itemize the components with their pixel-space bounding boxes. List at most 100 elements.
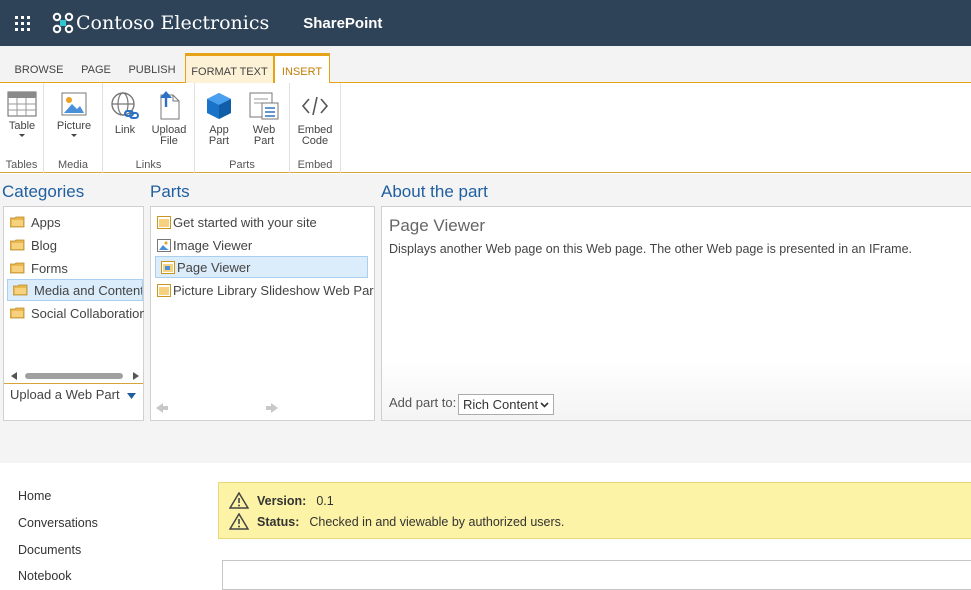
category-item-forms[interactable]: Forms xyxy=(5,257,142,279)
part-item-page-viewer[interactable]: Page Viewer xyxy=(155,256,368,278)
link-globe-icon xyxy=(111,92,139,119)
ribbon-tab-strip: BROWSE PAGE PUBLISH FORMAT TEXT INSERT xyxy=(0,46,971,84)
parts-panel: Get started with your site Image Viewer … xyxy=(150,206,375,421)
page-content-editor[interactable] xyxy=(222,560,971,590)
link-button[interactable]: Link xyxy=(108,91,142,136)
part-label: Image Viewer xyxy=(173,237,253,253)
status-value: Checked in and viewable by authorized us… xyxy=(309,514,565,529)
parts-title: Parts xyxy=(150,182,190,201)
category-item-media-and-content[interactable]: Media and Content xyxy=(7,279,143,301)
nav-link-home[interactable]: Home xyxy=(18,489,51,503)
status-label: Status: xyxy=(257,514,300,529)
tab-page[interactable]: PAGE xyxy=(74,54,118,83)
waffle-icon xyxy=(14,15,30,31)
categories-title: Categories xyxy=(2,182,85,201)
image-viewer-icon xyxy=(157,238,171,252)
part-item-picture-library-slideshow[interactable]: Picture Library Slideshow Web Par xyxy=(152,279,374,301)
group-label-embed: Embed xyxy=(297,159,333,171)
folder-icon xyxy=(10,262,25,274)
web-part-icon xyxy=(249,92,279,120)
group-label-parts: Parts xyxy=(229,159,255,171)
brand[interactable]: Contoso Electronics xyxy=(52,12,269,34)
folder-icon xyxy=(10,216,25,228)
embed-code-button[interactable]: Embed Code xyxy=(295,91,335,147)
part-description: Displays another Web page on this Web pa… xyxy=(389,242,912,256)
version-label: Version: xyxy=(257,493,307,508)
web-part-label-2: Part xyxy=(253,135,275,147)
warning-icon xyxy=(229,492,249,509)
add-part-to-select[interactable]: Rich Content xyxy=(458,394,554,415)
group-tables: Table Tables xyxy=(0,83,44,173)
tab-browse[interactable]: BROWSE xyxy=(10,54,68,83)
folder-icon xyxy=(13,284,28,296)
suite-bar: Contoso Electronics SharePoint xyxy=(0,0,971,46)
web-part-button[interactable]: Web Part xyxy=(245,91,283,147)
link-button-label: Link xyxy=(114,124,136,136)
about-title: About the part xyxy=(381,182,488,201)
upload-button-label-2: File xyxy=(160,135,178,147)
chevron-down-icon xyxy=(540,402,549,408)
embed-code-label-2: Code xyxy=(301,135,329,147)
chevron-down-icon xyxy=(19,134,25,137)
group-label-tables: Tables xyxy=(5,159,38,171)
category-label: Apps xyxy=(31,214,61,230)
categories-panel: Apps Blog Forms Media and Content Social… xyxy=(3,206,144,421)
warning-icon xyxy=(229,513,249,530)
upload-web-part-label: Upload a Web Part xyxy=(10,387,120,402)
version-value: 0.1 xyxy=(316,493,334,508)
app-part-label-2: Part xyxy=(208,135,230,147)
previous-page-arrow-icon[interactable] xyxy=(156,403,168,413)
embed-code-icon xyxy=(301,96,329,116)
web-part-icon xyxy=(157,215,171,229)
group-links: Link Upload File Links xyxy=(103,83,195,173)
add-part-to-value: Rich Content xyxy=(463,397,539,412)
group-label-media: Media xyxy=(58,159,88,171)
picture-button-label: Picture xyxy=(56,120,92,132)
category-item-apps[interactable]: Apps xyxy=(5,211,142,233)
part-item-image-viewer[interactable]: Image Viewer xyxy=(152,234,374,256)
table-icon xyxy=(7,91,37,117)
chevron-down-icon xyxy=(127,393,137,399)
upload-file-button[interactable]: Upload File xyxy=(149,91,189,147)
next-page-arrow-icon[interactable] xyxy=(266,403,278,413)
table-button[interactable]: Table xyxy=(4,91,40,137)
part-item-get-started[interactable]: Get started with your site xyxy=(152,211,374,233)
nav-link-conversations[interactable]: Conversations xyxy=(18,516,98,530)
group-parts: App Part Web Part Parts xyxy=(195,83,290,173)
category-label: Blog xyxy=(31,237,58,253)
part-label: Page Viewer xyxy=(177,259,251,275)
part-label: Get started with your site xyxy=(173,214,317,230)
upload-web-part-link[interactable]: Upload a Web Part xyxy=(10,387,137,402)
web-part-adder: Categories Apps Blog Forms Media and Con… xyxy=(0,174,971,463)
app-part-button[interactable]: App Part xyxy=(201,91,237,147)
group-label-links: Links xyxy=(135,159,162,171)
nav-link-documents[interactable]: Documents xyxy=(18,543,81,557)
part-label: Picture Library Slideshow Web Par xyxy=(173,282,374,298)
folder-icon xyxy=(10,307,25,319)
add-part-to-label: Add part to: xyxy=(389,395,457,410)
page-status-bar: Version: 0.1 Status: Checked in and view… xyxy=(218,482,971,539)
chevron-down-icon xyxy=(71,134,77,137)
web-part-icon xyxy=(157,283,171,297)
org-name: Contoso Electronics xyxy=(76,12,270,34)
page-viewer-icon xyxy=(161,260,175,274)
folder-icon xyxy=(10,239,25,251)
category-label: Social Collaboration xyxy=(31,305,144,321)
app-launcher-button[interactable] xyxy=(0,0,44,46)
category-item-blog[interactable]: Blog xyxy=(5,234,142,256)
table-button-label: Table xyxy=(8,120,36,132)
category-label: Media and Content xyxy=(34,282,143,298)
status-row: Status: Checked in and viewable by autho… xyxy=(229,513,564,530)
suite-app-name[interactable]: SharePoint xyxy=(303,15,382,32)
group-media: Picture Media xyxy=(44,83,103,173)
category-label: Forms xyxy=(31,260,68,276)
category-item-social-collaboration[interactable]: Social Collaboration xyxy=(5,302,144,324)
picture-button[interactable]: Picture xyxy=(54,91,94,137)
about-panel: Page Viewer Displays another Web page on… xyxy=(381,206,971,421)
group-embed: Embed Code Embed xyxy=(290,83,341,173)
tab-publish[interactable]: PUBLISH xyxy=(124,54,180,83)
tab-format-text[interactable]: FORMAT TEXT xyxy=(185,53,274,83)
tab-insert[interactable]: INSERT xyxy=(274,53,330,84)
ribbon: Table Tables Picture Media Link Upload F… xyxy=(0,83,971,173)
categories-horizontal-scrollbar[interactable] xyxy=(11,371,139,381)
